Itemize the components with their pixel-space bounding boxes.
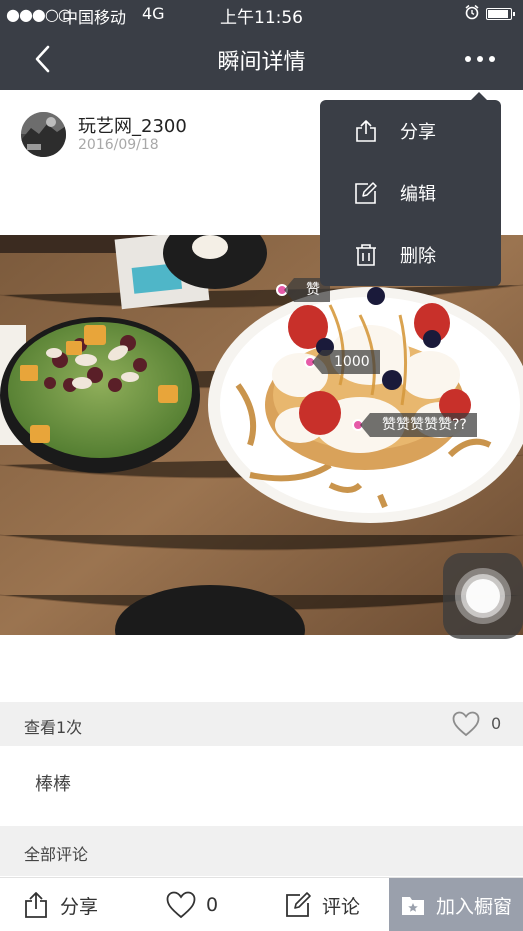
edit-icon (286, 892, 311, 917)
like-count-label: 0 (206, 894, 219, 916)
comments-title: 全部评论 (24, 845, 89, 864)
stats-row: 查看1次 0 (0, 702, 523, 746)
alarm-icon (464, 4, 480, 24)
share-icon (25, 892, 47, 918)
view-count: 查看1次 (24, 718, 83, 737)
battery-icon (486, 8, 515, 20)
photo-tag[interactable]: 1000 (304, 350, 380, 374)
more-options-menu: 分享 编辑 删除 (320, 92, 501, 286)
post-date: 2016/09/18 (78, 137, 159, 153)
share-label: 分享 (60, 895, 99, 918)
photo-tag-label: 赞赞赞赞赞?? (360, 413, 477, 437)
share-icon (356, 120, 376, 142)
menu-item-label: 删除 (400, 246, 436, 267)
like-button[interactable] (452, 711, 480, 737)
bottom-action-bar: 分享 0 评论 加入橱窗 (0, 877, 523, 931)
photo-tag[interactable]: 赞赞赞赞赞?? (352, 413, 477, 437)
menu-item-label: 分享 (400, 122, 436, 143)
author-name[interactable]: 玩艺网_2300 (78, 112, 187, 138)
heart-icon (166, 891, 196, 919)
add-to-showcase-label: 加入橱窗 (435, 895, 512, 918)
edit-icon (355, 182, 377, 204)
more-button[interactable] (458, 46, 502, 72)
assistive-touch-button[interactable] (443, 553, 523, 639)
chevron-left-icon (35, 45, 50, 73)
folder-star-icon (401, 897, 424, 915)
post-caption: 棒棒 (0, 746, 523, 826)
more-dots-icon (465, 56, 495, 62)
like-count: 0 (491, 714, 502, 733)
menu-item-label: 编辑 (400, 184, 436, 205)
menu-item-delete[interactable]: 删除 (320, 224, 501, 286)
like-button-bottom[interactable]: 0 (166, 878, 218, 931)
menu-item-edit[interactable]: 编辑 (320, 162, 501, 224)
photo-tag-label: 1000 (312, 350, 380, 374)
comment-button[interactable]: 评论 (284, 878, 360, 931)
heart-icon (452, 711, 480, 737)
clock: 上午11:56 (220, 8, 303, 28)
menu-item-share[interactable]: 分享 (320, 100, 501, 162)
back-button[interactable] (28, 42, 58, 76)
status-bar: ●●●○○ 中国移动 4G 上午11:56 (0, 0, 523, 28)
comments-section-header: 全部评论 (0, 826, 523, 876)
share-button[interactable]: 分享 (22, 878, 98, 931)
add-to-showcase-button[interactable]: 加入橱窗 (389, 878, 523, 931)
page-title: 瞬间详情 (217, 50, 306, 75)
navigation-bar: 瞬间详情 (0, 28, 523, 90)
caption-text: 棒棒 (35, 774, 71, 795)
avatar[interactable] (21, 112, 66, 157)
trash-icon (356, 244, 376, 266)
comment-label: 评论 (322, 895, 361, 918)
